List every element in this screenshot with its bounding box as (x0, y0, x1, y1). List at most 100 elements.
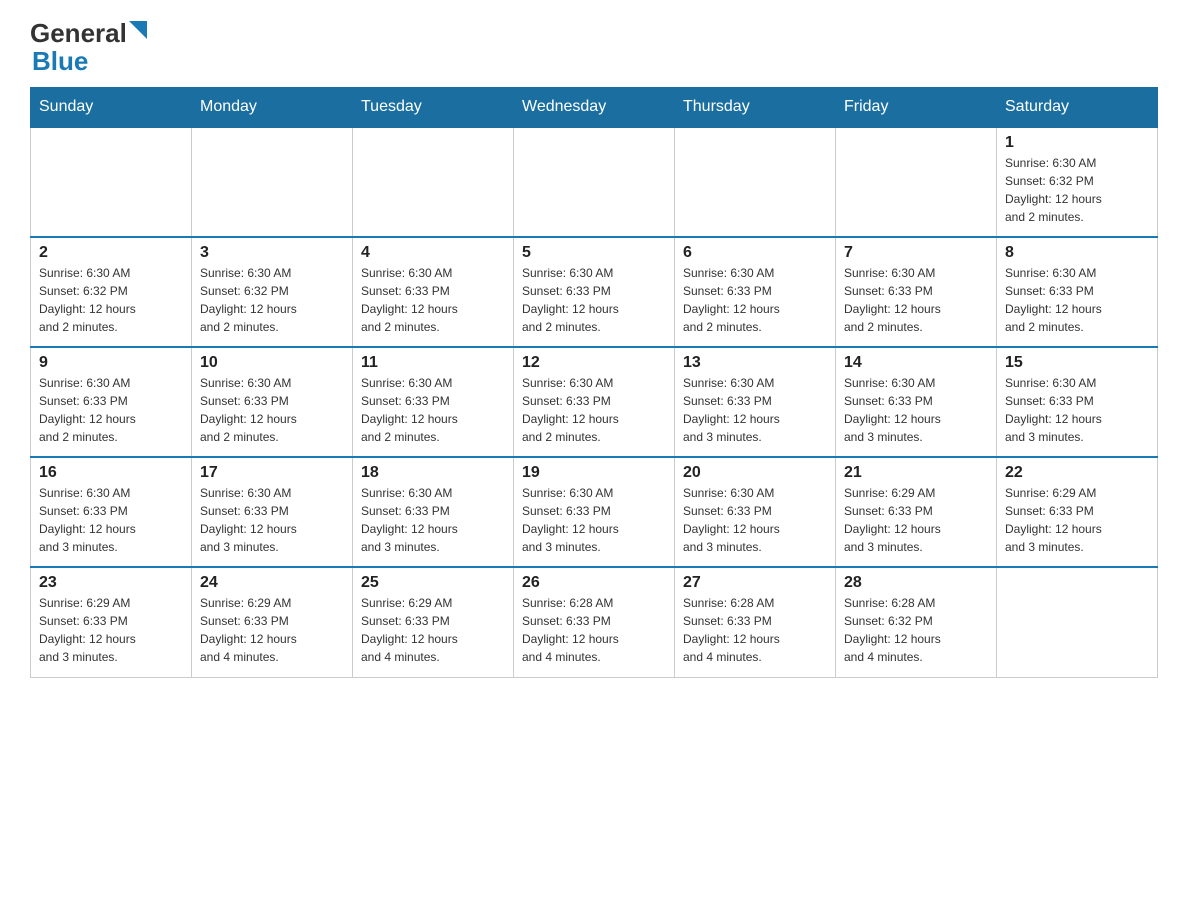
day-info: Sunrise: 6:30 AM Sunset: 6:33 PM Dayligh… (361, 264, 505, 336)
calendar-cell (675, 127, 836, 237)
day-info: Sunrise: 6:30 AM Sunset: 6:33 PM Dayligh… (200, 374, 344, 446)
day-number: 22 (1005, 464, 1149, 482)
day-number: 17 (200, 464, 344, 482)
page-header: General Blue (30, 20, 1158, 77)
day-info: Sunrise: 6:30 AM Sunset: 6:33 PM Dayligh… (361, 484, 505, 556)
weekday-header-row: SundayMondayTuesdayWednesdayThursdayFrid… (31, 88, 1158, 128)
calendar-cell (836, 127, 997, 237)
calendar-cell: 1 Sunrise: 6:30 AM Sunset: 6:32 PM Daylig… (997, 127, 1158, 237)
day-number: 11 (361, 354, 505, 372)
calendar-week-4: 16 Sunrise: 6:30 AM Sunset: 6:33 PM Dayli… (31, 457, 1158, 567)
calendar-cell: 5 Sunrise: 6:30 AM Sunset: 6:33 PM Daylig… (514, 237, 675, 347)
calendar-week-2: 2 Sunrise: 6:30 AM Sunset: 6:32 PM Daylig… (31, 237, 1158, 347)
calendar-cell: 23 Sunrise: 6:29 AM Sunset: 6:33 PM Dayli… (31, 567, 192, 677)
day-info: Sunrise: 6:30 AM Sunset: 6:33 PM Dayligh… (522, 374, 666, 446)
calendar-week-3: 9 Sunrise: 6:30 AM Sunset: 6:33 PM Daylig… (31, 347, 1158, 457)
day-number: 2 (39, 244, 183, 262)
calendar-cell: 3 Sunrise: 6:30 AM Sunset: 6:32 PM Daylig… (192, 237, 353, 347)
calendar-cell: 21 Sunrise: 6:29 AM Sunset: 6:33 PM Dayli… (836, 457, 997, 567)
weekday-header-tuesday: Tuesday (353, 88, 514, 128)
day-number: 18 (361, 464, 505, 482)
day-number: 4 (361, 244, 505, 262)
day-number: 10 (200, 354, 344, 372)
day-number: 24 (200, 574, 344, 592)
day-number: 26 (522, 574, 666, 592)
day-info: Sunrise: 6:30 AM Sunset: 6:32 PM Dayligh… (1005, 154, 1149, 226)
day-number: 14 (844, 354, 988, 372)
day-number: 27 (683, 574, 827, 592)
calendar-cell (31, 127, 192, 237)
calendar-cell: 13 Sunrise: 6:30 AM Sunset: 6:33 PM Dayli… (675, 347, 836, 457)
day-number: 15 (1005, 354, 1149, 372)
day-number: 20 (683, 464, 827, 482)
day-number: 9 (39, 354, 183, 372)
day-info: Sunrise: 6:30 AM Sunset: 6:33 PM Dayligh… (361, 374, 505, 446)
weekday-header-friday: Friday (836, 88, 997, 128)
calendar-cell: 18 Sunrise: 6:30 AM Sunset: 6:33 PM Dayli… (353, 457, 514, 567)
calendar-cell: 9 Sunrise: 6:30 AM Sunset: 6:33 PM Daylig… (31, 347, 192, 457)
calendar-cell: 12 Sunrise: 6:30 AM Sunset: 6:33 PM Dayli… (514, 347, 675, 457)
day-info: Sunrise: 6:30 AM Sunset: 6:33 PM Dayligh… (522, 264, 666, 336)
day-info: Sunrise: 6:30 AM Sunset: 6:32 PM Dayligh… (200, 264, 344, 336)
day-number: 1 (1005, 134, 1149, 152)
day-info: Sunrise: 6:30 AM Sunset: 6:33 PM Dayligh… (683, 374, 827, 446)
calendar-cell: 16 Sunrise: 6:30 AM Sunset: 6:33 PM Dayli… (31, 457, 192, 567)
day-info: Sunrise: 6:29 AM Sunset: 6:33 PM Dayligh… (200, 594, 344, 666)
calendar-cell: 8Sunrise: 6:30 AM Sunset: 6:33 PM Daylig… (997, 237, 1158, 347)
logo-triangle-icon (129, 21, 147, 43)
day-number: 3 (200, 244, 344, 262)
day-info: Sunrise: 6:30 AM Sunset: 6:33 PM Dayligh… (844, 374, 988, 446)
calendar-cell: 17 Sunrise: 6:30 AM Sunset: 6:33 PM Dayli… (192, 457, 353, 567)
day-info: Sunrise: 6:28 AM Sunset: 6:32 PM Dayligh… (844, 594, 988, 666)
calendar-week-1: 1 Sunrise: 6:30 AM Sunset: 6:32 PM Daylig… (31, 127, 1158, 237)
day-info: Sunrise: 6:28 AM Sunset: 6:33 PM Dayligh… (683, 594, 827, 666)
calendar-cell: 10 Sunrise: 6:30 AM Sunset: 6:33 PM Dayli… (192, 347, 353, 457)
day-info: Sunrise: 6:30 AM Sunset: 6:33 PM Dayligh… (522, 484, 666, 556)
calendar-cell: 14 Sunrise: 6:30 AM Sunset: 6:33 PM Dayli… (836, 347, 997, 457)
day-info: Sunrise: 6:30 AM Sunset: 6:33 PM Dayligh… (1005, 374, 1149, 446)
day-info: Sunrise: 6:30 AM Sunset: 6:33 PM Dayligh… (200, 484, 344, 556)
weekday-header-thursday: Thursday (675, 88, 836, 128)
day-info: Sunrise: 6:30 AM Sunset: 6:33 PM Dayligh… (683, 484, 827, 556)
day-info: Sunrise: 6:30 AM Sunset: 6:33 PM Dayligh… (39, 484, 183, 556)
calendar-cell: 20 Sunrise: 6:30 AM Sunset: 6:33 PM Dayli… (675, 457, 836, 567)
day-info: Sunrise: 6:30 AM Sunset: 6:33 PM Dayligh… (844, 264, 988, 336)
calendar-cell: 2Sunrise: 6:30 AM Sunset: 6:32 PM Daylig… (31, 237, 192, 347)
calendar-cell: 24 Sunrise: 6:29 AM Sunset: 6:33 PM Dayli… (192, 567, 353, 677)
day-info: Sunrise: 6:28 AM Sunset: 6:33 PM Dayligh… (522, 594, 666, 666)
calendar-cell: 6 Sunrise: 6:30 AM Sunset: 6:33 PM Daylig… (675, 237, 836, 347)
weekday-header-wednesday: Wednesday (514, 88, 675, 128)
calendar-cell: 28 Sunrise: 6:28 AM Sunset: 6:32 PM Dayli… (836, 567, 997, 677)
day-info: Sunrise: 6:29 AM Sunset: 6:33 PM Dayligh… (39, 594, 183, 666)
weekday-header-monday: Monday (192, 88, 353, 128)
day-info: Sunrise: 6:30 AM Sunset: 6:33 PM Dayligh… (39, 374, 183, 446)
calendar-cell: 19Sunrise: 6:30 AM Sunset: 6:33 PM Dayli… (514, 457, 675, 567)
day-number: 8 (1005, 244, 1149, 262)
day-number: 25 (361, 574, 505, 592)
day-number: 16 (39, 464, 183, 482)
day-number: 5 (522, 244, 666, 262)
day-number: 6 (683, 244, 827, 262)
calendar-cell: 11 Sunrise: 6:30 AM Sunset: 6:33 PM Dayli… (353, 347, 514, 457)
calendar-week-5: 23 Sunrise: 6:29 AM Sunset: 6:33 PM Dayli… (31, 567, 1158, 677)
day-number: 21 (844, 464, 988, 482)
day-number: 13 (683, 354, 827, 372)
calendar-cell: 7 Sunrise: 6:30 AM Sunset: 6:33 PM Daylig… (836, 237, 997, 347)
weekday-header-saturday: Saturday (997, 88, 1158, 128)
calendar-cell: 4 Sunrise: 6:30 AM Sunset: 6:33 PM Daylig… (353, 237, 514, 347)
day-info: Sunrise: 6:29 AM Sunset: 6:33 PM Dayligh… (1005, 484, 1149, 556)
calendar-table: SundayMondayTuesdayWednesdayThursdayFrid… (30, 87, 1158, 678)
day-number: 28 (844, 574, 988, 592)
calendar-cell (353, 127, 514, 237)
day-info: Sunrise: 6:30 AM Sunset: 6:33 PM Dayligh… (683, 264, 827, 336)
weekday-header-sunday: Sunday (31, 88, 192, 128)
calendar-cell: 26 Sunrise: 6:28 AM Sunset: 6:33 PM Dayli… (514, 567, 675, 677)
calendar-cell (192, 127, 353, 237)
day-info: Sunrise: 6:29 AM Sunset: 6:33 PM Dayligh… (361, 594, 505, 666)
day-number: 7 (844, 244, 988, 262)
calendar-cell: 22 Sunrise: 6:29 AM Sunset: 6:33 PM Dayli… (997, 457, 1158, 567)
day-number: 12 (522, 354, 666, 372)
calendar-cell: 15 Sunrise: 6:30 AM Sunset: 6:33 PM Dayli… (997, 347, 1158, 457)
day-number: 23 (39, 574, 183, 592)
day-info: Sunrise: 6:29 AM Sunset: 6:33 PM Dayligh… (844, 484, 988, 556)
